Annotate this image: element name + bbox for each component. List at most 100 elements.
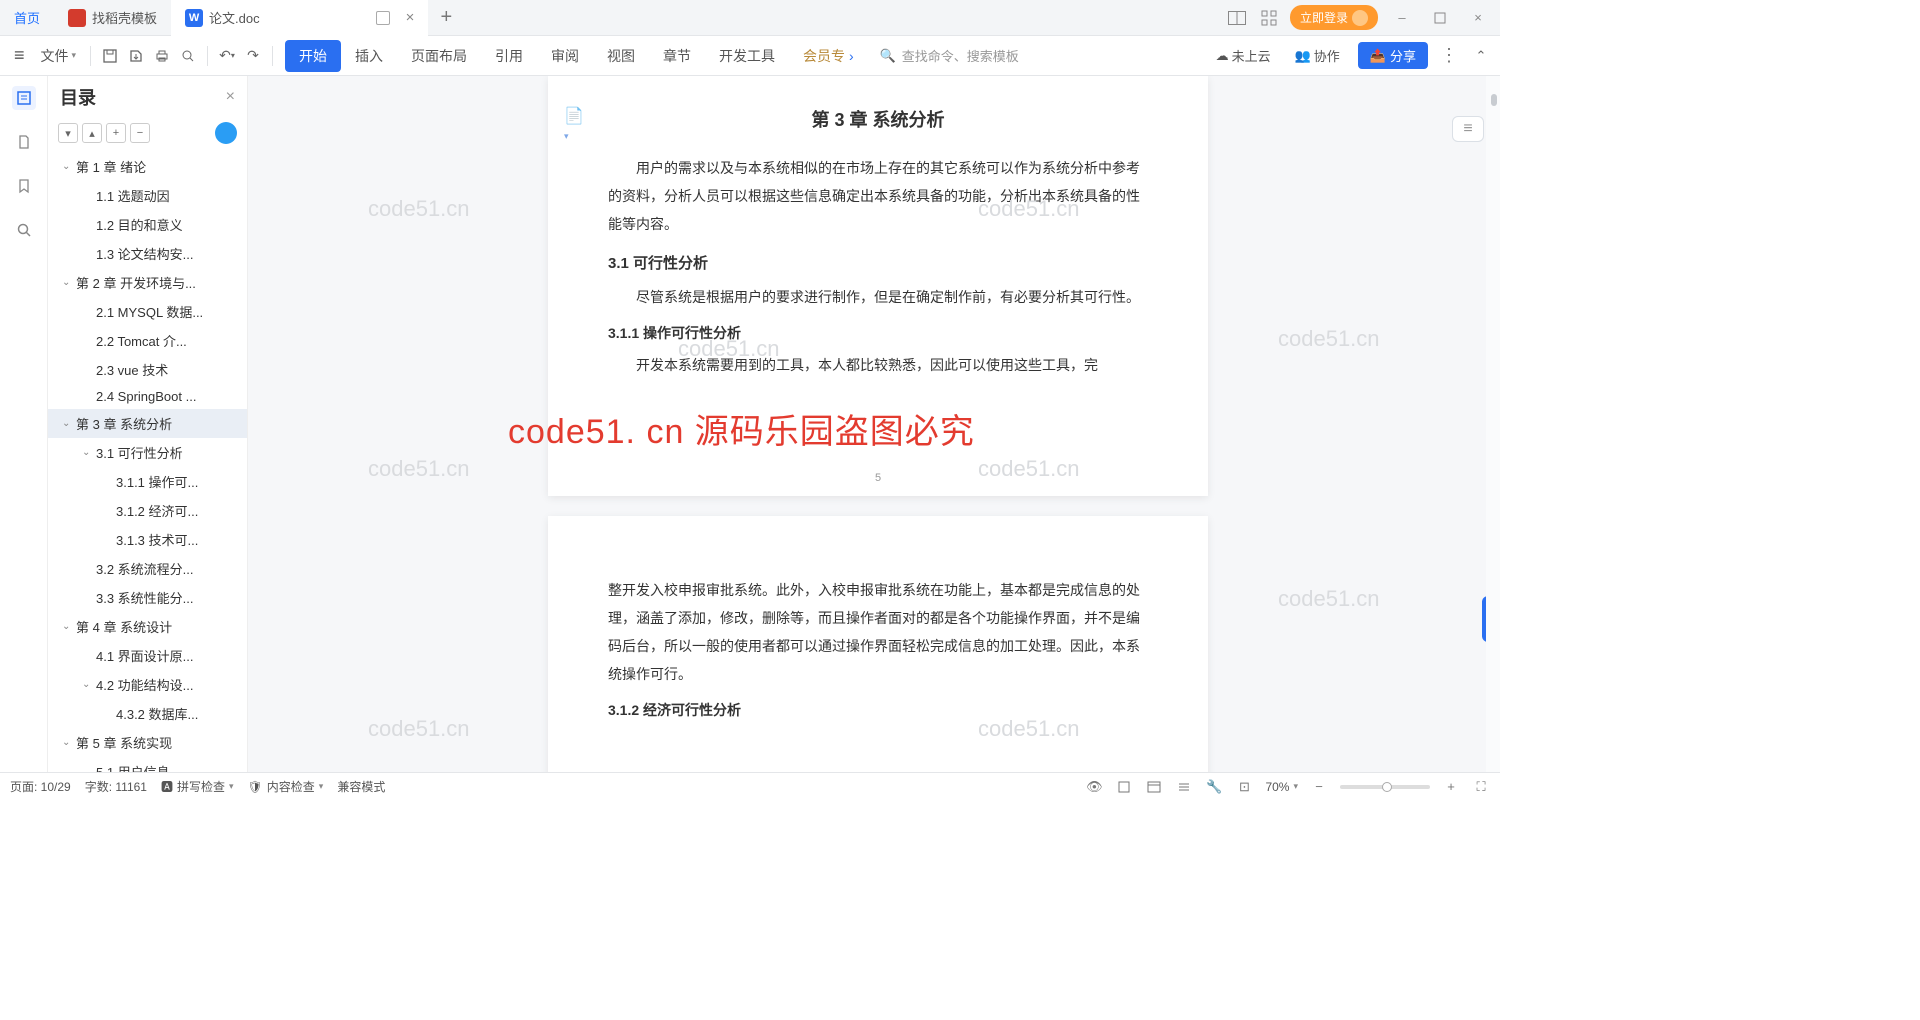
close-window-button[interactable]: × <box>1464 4 1492 32</box>
tab-review[interactable]: 审阅 <box>537 40 593 72</box>
outline-item[interactable]: ⌄第 3 章 系统分析 <box>48 409 247 438</box>
fullscreen-icon[interactable]: ⛶ <box>1472 778 1490 796</box>
status-words[interactable]: 字数: 11161 <box>85 778 147 795</box>
cloud-status[interactable]: ☁ 未上云 <box>1210 42 1277 69</box>
tab-insert[interactable]: 插入 <box>341 40 397 72</box>
outline-remove[interactable]: − <box>130 123 150 143</box>
projector-icon[interactable] <box>376 11 390 25</box>
status-contentcheck[interactable]: 🛡内容检查 ▾ <box>248 778 324 795</box>
maximize-button[interactable] <box>1426 4 1454 32</box>
rail-bookmark-icon[interactable] <box>12 174 36 198</box>
tab-add-button[interactable]: + <box>428 6 464 29</box>
outline-close-icon[interactable]: × <box>226 88 235 106</box>
tab-reference[interactable]: 引用 <box>481 40 537 72</box>
outline-expand-all[interactable]: ▴ <box>82 123 102 143</box>
doc-chapter-title: 第 3 章 系统分析 <box>608 106 1148 132</box>
doc-side-toggle[interactable]: ≡ <box>1452 116 1484 142</box>
outline-item-label: 3.3 系统性能分... <box>96 588 194 607</box>
outline-item-label: 2.4 SpringBoot ... <box>96 389 196 404</box>
redo-icon[interactable]: ↷ <box>242 45 264 67</box>
print-icon[interactable] <box>151 45 173 67</box>
outline-item[interactable]: 2.3 vue 技术 <box>48 355 247 384</box>
outline-item-label: 2.1 MYSQL 数据... <box>96 302 203 321</box>
page-menu-icon[interactable]: 📄▾ <box>564 106 586 128</box>
status-spellcheck[interactable]: 🅰拼写检查 ▾ <box>161 778 234 795</box>
hamburger-icon[interactable]: ≡ <box>8 41 31 70</box>
zoom-out-button[interactable]: − <box>1310 778 1328 796</box>
outline-item[interactable]: 3.1.2 经济可... <box>48 496 247 525</box>
tab-layout[interactable]: 页面布局 <box>397 40 481 72</box>
export-icon[interactable] <box>125 45 147 67</box>
outline-item[interactable]: 1.2 目的和意义 <box>48 210 247 239</box>
scrollbar[interactable] <box>1486 76 1500 772</box>
outline-item[interactable]: ⌄第 5 章 系统实现 <box>48 728 247 757</box>
daoqiao-icon <box>68 9 86 27</box>
tab-chapter[interactable]: 章节 <box>649 40 705 72</box>
outline-item[interactable]: 2.1 MYSQL 数据... <box>48 297 247 326</box>
view-outline-icon[interactable] <box>1175 778 1193 796</box>
split-icon[interactable] <box>1226 7 1248 29</box>
outline-item[interactable]: 4.3.2 数据库... <box>48 699 247 728</box>
tab-template[interactable]: 找稻壳模板 <box>54 0 171 36</box>
zoom-slider[interactable] <box>1340 785 1430 789</box>
outline-item[interactable]: 3.3 系统性能分... <box>48 583 247 612</box>
outline-item[interactable]: ⌄4.2 功能结构设... <box>48 670 247 699</box>
left-rail <box>0 76 48 772</box>
login-button[interactable]: 立即登录 <box>1290 5 1378 30</box>
scroll-thumb[interactable] <box>1491 94 1497 106</box>
outline-item[interactable]: 3.1.3 技术可... <box>48 525 247 554</box>
close-icon[interactable]: × <box>406 9 415 26</box>
file-menu[interactable]: 文件 ▾ <box>35 42 83 70</box>
outline-item[interactable]: 5.1 用户信息... <box>48 757 247 772</box>
view-page-icon[interactable] <box>1115 778 1133 796</box>
search-box[interactable]: 🔍 查找命令、搜索模板 <box>880 46 1019 65</box>
outline-item[interactable]: ⌄第 4 章 系统设计 <box>48 612 247 641</box>
tab-member[interactable]: 会员专 › <box>789 40 868 72</box>
tab-view[interactable]: 视图 <box>593 40 649 72</box>
save-icon[interactable] <box>99 45 121 67</box>
outline-item-label: 4.1 界面设计原... <box>96 646 194 665</box>
zoom-in-button[interactable]: + <box>1442 778 1460 796</box>
outline-user-icon[interactable] <box>215 122 237 144</box>
view-web-icon[interactable] <box>1145 778 1163 796</box>
outline-item[interactable]: 2.2 Tomcat 介... <box>48 326 247 355</box>
outline-add[interactable]: + <box>106 123 126 143</box>
page-number: 5 <box>875 472 881 484</box>
grid-icon[interactable] <box>1258 7 1280 29</box>
outline-item-label: 3.1.2 经济可... <box>116 501 198 520</box>
outline-item[interactable]: 3.1.1 操作可... <box>48 467 247 496</box>
outline-item-label: 5.1 用户信息... <box>96 762 181 772</box>
outline-item[interactable]: 3.2 系统流程分... <box>48 554 247 583</box>
outline-item[interactable]: 4.1 界面设计原... <box>48 641 247 670</box>
rail-outline-icon[interactable] <box>12 86 36 110</box>
outline-item[interactable]: ⌄第 1 章 绪论 <box>48 152 247 181</box>
tab-devtools[interactable]: 开发工具 <box>705 40 789 72</box>
rail-file-icon[interactable] <box>12 130 36 154</box>
outline-item[interactable]: 1.1 选题动因 <box>48 181 247 210</box>
zoom-control[interactable]: 70% ▾ <box>1265 780 1298 794</box>
collab-button[interactable]: 👥 协作 <box>1289 42 1346 69</box>
outline-item[interactable]: 1.3 论文结构安... <box>48 239 247 268</box>
expand-icon[interactable]: ⌃ <box>1470 45 1492 67</box>
tab-home[interactable]: 首页 <box>0 0 54 36</box>
eye-icon[interactable]: 👁 <box>1085 778 1103 796</box>
minimize-button[interactable]: – <box>1388 4 1416 32</box>
watermark: code51.cn <box>368 196 470 222</box>
tab-document[interactable]: W 论文.doc × <box>171 0 428 36</box>
preview-icon[interactable] <box>177 45 199 67</box>
outline-item[interactable]: ⌄第 2 章 开发环境与... <box>48 268 247 297</box>
share-button[interactable]: 📤分享 <box>1358 42 1428 69</box>
outline-collapse-all[interactable]: ▾ <box>58 123 78 143</box>
tab-start[interactable]: 开始 <box>285 40 341 72</box>
more-menu[interactable]: ⋮ <box>1440 45 1458 66</box>
rail-search-icon[interactable] <box>12 218 36 242</box>
status-page[interactable]: 页面: 10/29 <box>10 778 71 795</box>
status-compat[interactable]: 兼容模式 <box>337 778 385 795</box>
undo-icon[interactable]: ↶▾ <box>216 45 238 67</box>
zoom-fit-icon[interactable]: ⊡ <box>1235 778 1253 796</box>
ruler-icon[interactable]: 🔧 <box>1205 778 1223 796</box>
zoom-slider-thumb[interactable] <box>1382 782 1392 792</box>
outline-item[interactable]: ⌄3.1 可行性分析 <box>48 438 247 467</box>
document-canvas[interactable]: 📄▾ 第 3 章 系统分析 用户的需求以及与本系统相似的在市场上存在的其它系统可… <box>248 76 1500 772</box>
outline-item[interactable]: 2.4 SpringBoot ... <box>48 384 247 409</box>
